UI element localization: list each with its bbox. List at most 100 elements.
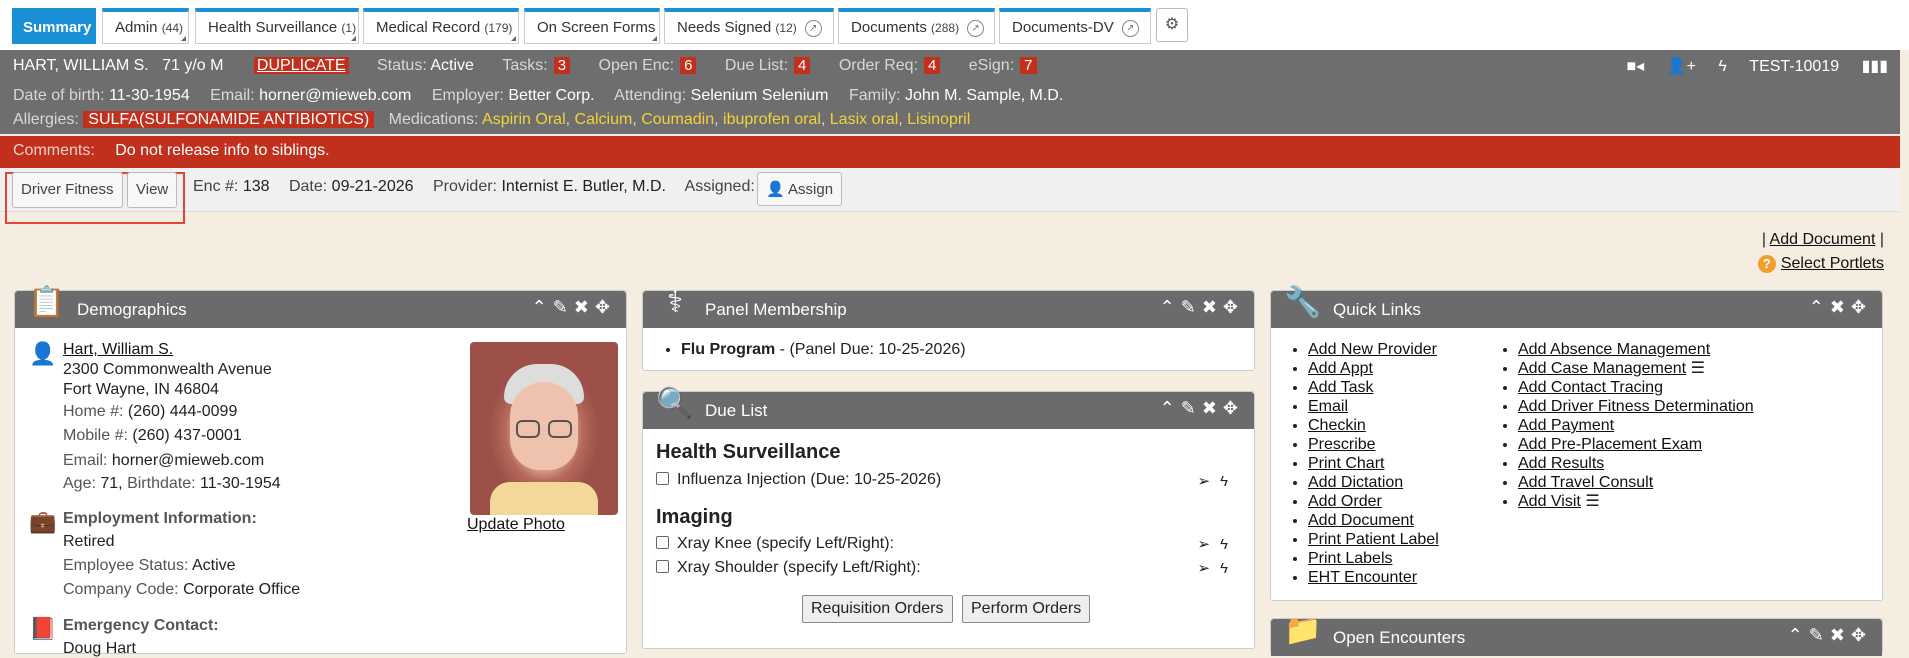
send-icon[interactable]: ➢	[1197, 560, 1220, 577]
external-link-icon[interactable]: ↗	[1121, 20, 1139, 37]
collapse-icon[interactable]: ⌃	[1809, 297, 1830, 317]
quick-link[interactable]: Prescribe	[1308, 436, 1376, 453]
quick-link[interactable]: Add Visit	[1518, 493, 1581, 510]
medication-item[interactable]: Calcium	[575, 111, 633, 128]
tab-label: Documents	[851, 19, 927, 36]
close-icon[interactable]: ✖	[1830, 625, 1851, 645]
quick-link[interactable]: Add Order	[1308, 493, 1382, 510]
send-icon[interactable]: ➢	[1197, 473, 1220, 490]
quick-link[interactable]: Add Task	[1308, 379, 1374, 396]
lightning-icon[interactable]: ϟ	[1220, 473, 1238, 490]
edit-icon[interactable]: ✎	[553, 297, 574, 317]
help-icon[interactable]: ?	[1757, 255, 1776, 273]
assign-button[interactable]: 👤 Assign	[757, 172, 843, 206]
lightning-icon[interactable]: ϟ	[1718, 58, 1726, 75]
tab-settings-gear-icon[interactable]: ⚙	[1156, 8, 1188, 42]
close-icon[interactable]: ✖	[574, 297, 595, 317]
quick-link[interactable]: Add Case Management	[1518, 360, 1686, 377]
quick-link[interactable]: Add Contact Tracing	[1518, 379, 1663, 396]
quick-link[interactable]: Email	[1308, 398, 1348, 415]
quick-link[interactable]: Add Payment	[1518, 417, 1614, 434]
tab-on-screen-forms[interactable]: On Screen Forms	[524, 8, 660, 44]
medication-item[interactable]: Lasix oral	[830, 111, 898, 128]
duplicate-badge[interactable]: DUPLICATE	[253, 57, 349, 74]
driver-fitness-button[interactable]: Driver Fitness	[12, 172, 123, 208]
video-camera-icon[interactable]: ■◂	[1627, 58, 1645, 75]
collapse-icon[interactable]: ⌃	[1788, 625, 1809, 645]
due-list-badge[interactable]: 4	[794, 57, 811, 74]
quick-link[interactable]: Print Patient Label	[1308, 531, 1439, 548]
move-icon[interactable]: ✥	[1851, 625, 1872, 645]
company-code-value: Corporate Office	[183, 581, 301, 598]
quick-link[interactable]: Checkin	[1308, 417, 1366, 434]
quick-link[interactable]: Print Chart	[1308, 455, 1384, 472]
tasks-badge[interactable]: 3	[553, 57, 571, 74]
edit-icon[interactable]: ✎	[1181, 398, 1202, 418]
portlet-controls: ⌃✎✖✥	[1788, 625, 1872, 646]
tab-documents-dv[interactable]: Documents-DV ↗	[999, 8, 1151, 44]
quick-link[interactable]: EHT Encounter	[1308, 569, 1417, 586]
quick-link[interactable]: Print Labels	[1308, 550, 1393, 567]
portlet-body: Add New Provider Add Appt Add Task Email…	[1271, 328, 1882, 600]
quick-link[interactable]: Add Appt	[1308, 360, 1373, 377]
update-photo-link[interactable]: Update Photo	[467, 516, 565, 534]
external-link-icon[interactable]: ↗	[967, 20, 985, 37]
due-item-checkbox[interactable]	[656, 472, 669, 485]
close-icon[interactable]: ✖	[1830, 297, 1851, 317]
close-icon[interactable]: ✖	[1202, 297, 1223, 317]
view-button[interactable]: View	[127, 172, 178, 208]
quick-link[interactable]: Add Document	[1308, 512, 1414, 529]
move-icon[interactable]: ✥	[1223, 398, 1244, 418]
select-portlets-link[interactable]: Select Portlets	[1781, 255, 1884, 272]
medication-item[interactable]: Aspirin Oral	[482, 111, 566, 128]
edit-icon[interactable]: ✎	[1809, 625, 1830, 645]
chart-id: TEST-10019	[1749, 58, 1840, 75]
patient-name[interactable]: HART, WILLIAM S.	[13, 57, 149, 74]
quick-link[interactable]: Add Absence Management	[1518, 341, 1710, 358]
tab-medical-record[interactable]: Medical Record (179)	[363, 8, 519, 44]
collapse-icon[interactable]: ⌃	[1160, 297, 1181, 317]
patient-name-link[interactable]: Hart, William S.	[63, 341, 173, 359]
list-item: Flu Program - (Panel Due: 10-25-2026)	[681, 340, 966, 359]
add-user-icon[interactable]: 👤+	[1667, 58, 1696, 75]
bar-chart-icon[interactable]: ▮▮▮	[1862, 58, 1888, 75]
perform-orders-button[interactable]: Perform Orders	[962, 595, 1091, 623]
mobile-label: Mobile #:	[63, 427, 128, 444]
tab-summary[interactable]: Summary	[12, 8, 96, 44]
tab-health-surveillance[interactable]: Health Surveillance (1)	[195, 8, 359, 44]
tab-needs-signed[interactable]: Needs Signed (12) ↗	[664, 8, 834, 44]
medication-item[interactable]: Lisinopril	[907, 111, 970, 128]
move-icon[interactable]: ✥	[1223, 297, 1244, 317]
requisition-orders-button[interactable]: Requisition Orders	[802, 595, 953, 623]
collapse-icon[interactable]: ⌃	[1160, 398, 1181, 418]
move-icon[interactable]: ✥	[595, 297, 616, 317]
open-enc-badge[interactable]: 6	[680, 57, 697, 74]
external-link-icon[interactable]: ↗	[804, 20, 822, 37]
esign-badge[interactable]: 7	[1020, 57, 1037, 74]
lightning-icon[interactable]: ϟ	[1220, 536, 1238, 553]
quick-link[interactable]: Add Travel Consult	[1518, 474, 1653, 491]
send-icon[interactable]: ➢	[1197, 536, 1220, 553]
list-icon[interactable]: ☰	[1691, 360, 1705, 377]
lightning-icon[interactable]: ϟ	[1220, 560, 1238, 577]
tab-documents[interactable]: Documents (288) ↗	[838, 8, 995, 44]
due-item-checkbox[interactable]	[656, 560, 669, 573]
add-document-link[interactable]: Add Document	[1770, 231, 1876, 248]
close-icon[interactable]: ✖	[1202, 398, 1223, 418]
tab-count: (179)	[484, 21, 513, 35]
edit-icon[interactable]: ✎	[1181, 297, 1202, 317]
list-icon[interactable]: ☰	[1585, 493, 1599, 510]
tab-admin[interactable]: SummaryAdmin (44)	[102, 8, 189, 44]
allergy-badge[interactable]: SULFA(SULFONAMIDE ANTIBIOTICS)	[83, 111, 375, 128]
due-item-checkbox[interactable]	[656, 536, 669, 549]
move-icon[interactable]: ✥	[1851, 297, 1872, 317]
medication-item[interactable]: ibuprofen oral	[723, 111, 821, 128]
quick-link[interactable]: Add Dictation	[1308, 474, 1403, 491]
quick-link[interactable]: Add Pre-Placement Exam	[1518, 436, 1702, 453]
quick-link[interactable]: Add Results	[1518, 455, 1604, 472]
order-req-badge[interactable]: 4	[923, 57, 941, 74]
collapse-icon[interactable]: ⌃	[532, 297, 553, 317]
medication-item[interactable]: Coumadin	[641, 111, 714, 128]
quick-link[interactable]: Add Driver Fitness Determination	[1518, 398, 1754, 415]
quick-link[interactable]: Add New Provider	[1308, 341, 1437, 358]
